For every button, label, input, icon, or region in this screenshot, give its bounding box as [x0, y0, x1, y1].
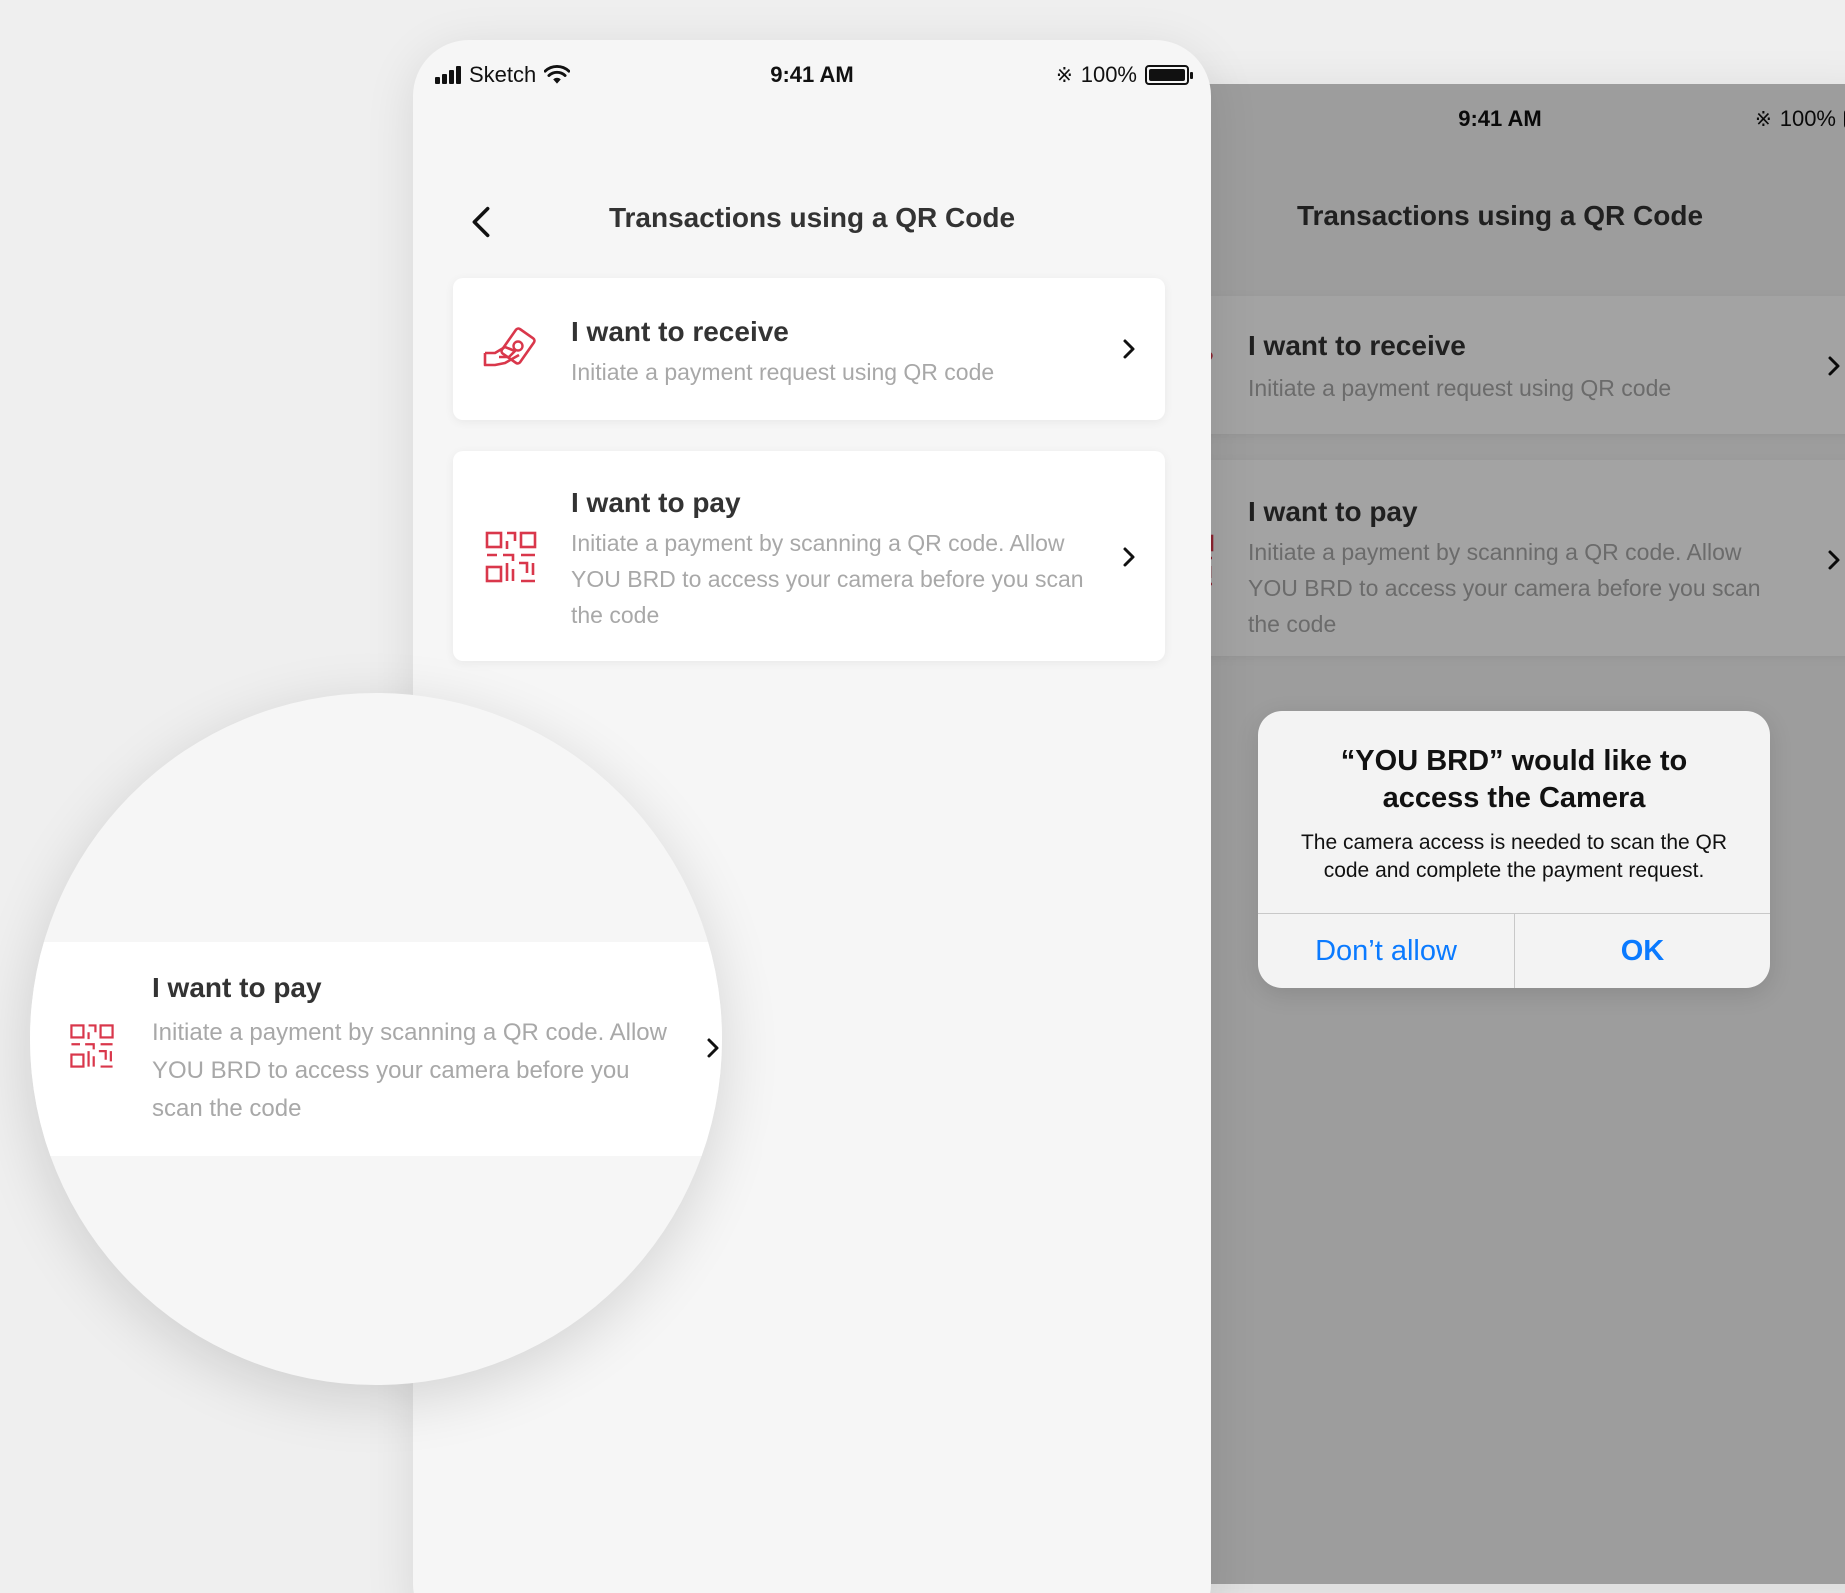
- option-description: Initiate a payment by scanning a QR code…: [571, 530, 1084, 628]
- qr-code-icon: [70, 1024, 114, 1068]
- page-title: Transactions using a QR Code: [608, 202, 1016, 233]
- alert-message: The camera access is needed to scan the …: [1300, 831, 1728, 882]
- chevron-right-icon: [1123, 547, 1135, 567]
- option-title: I want to pay: [571, 487, 741, 518]
- nav-bar: Transactions using a QR Code: [413, 190, 1211, 254]
- status-bar: Sketch 9:41 AM ※ 100%: [413, 62, 1211, 98]
- dont-allow-button[interactable]: Don’t allow: [1258, 914, 1514, 988]
- alert-title: “YOU BRD” would like to access the Camer…: [1340, 745, 1688, 814]
- bluetooth-icon: ※: [1055, 64, 1073, 87]
- option-receive[interactable]: I want to receive Initiate a payment req…: [453, 278, 1165, 420]
- option-description: Initiate a payment by scanning a QR code…: [152, 1019, 667, 1122]
- hand-money-icon: [483, 327, 536, 367]
- option-title: I want to pay: [152, 972, 322, 1003]
- battery-icon: [1145, 65, 1193, 85]
- chevron-right-icon: [1123, 339, 1135, 359]
- ok-button[interactable]: OK: [1514, 914, 1770, 988]
- magnified-option-pay: I want to pay Initiate a payment by scan…: [30, 942, 722, 1156]
- option-pay[interactable]: I want to pay Initiate a payment by scan…: [453, 451, 1165, 661]
- battery-percent: 100%: [1080, 62, 1137, 87]
- qr-code-icon: [485, 531, 537, 583]
- camera-permission-alert: “YOU BRD” would like to access the Camer…: [1258, 711, 1770, 988]
- option-description: Initiate a payment request using QR code: [571, 359, 995, 385]
- magnifier-callout: I want to pay Initiate a payment by scan…: [30, 693, 722, 1385]
- option-title: I want to receive: [571, 316, 789, 347]
- chevron-right-icon: [707, 1038, 719, 1058]
